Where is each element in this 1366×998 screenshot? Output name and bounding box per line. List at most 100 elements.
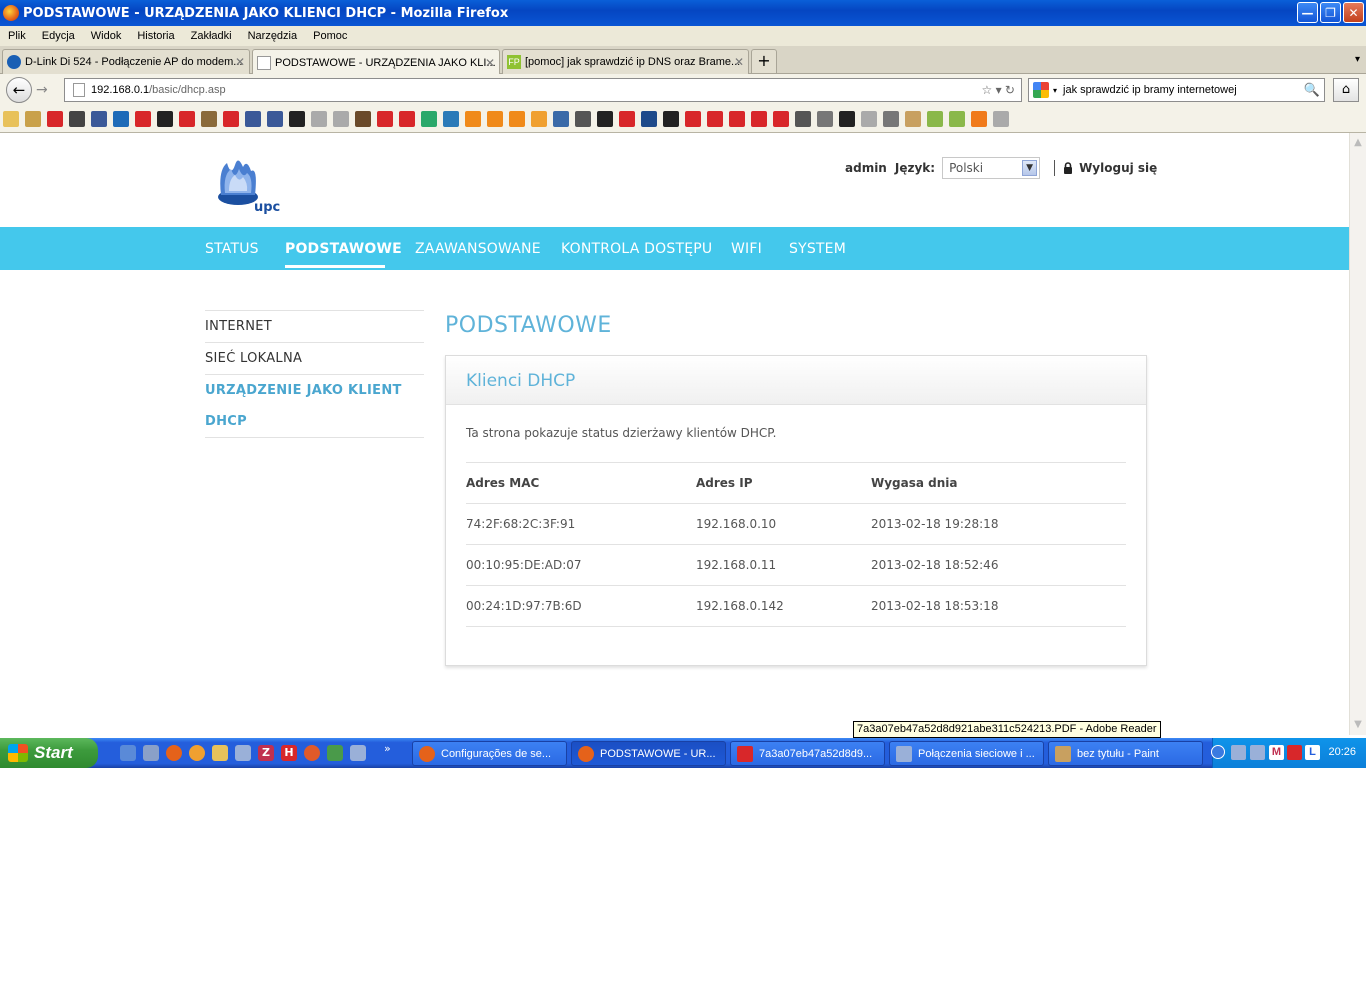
language-select[interactable]: Polski ▼ bbox=[942, 157, 1041, 179]
bookmark-icon[interactable] bbox=[861, 111, 877, 127]
bookmark-icon[interactable] bbox=[201, 111, 217, 127]
quicklaunch-app-icon[interactable] bbox=[235, 745, 251, 761]
quicklaunch-more-icon[interactable]: » bbox=[384, 742, 391, 755]
bookmark-icon[interactable] bbox=[443, 111, 459, 127]
bookmark-icon[interactable] bbox=[135, 111, 151, 127]
quicklaunch-firefox-icon[interactable] bbox=[166, 745, 182, 761]
bookmark-icon[interactable] bbox=[927, 111, 943, 127]
bookmark-icon[interactable] bbox=[597, 111, 613, 127]
bookmark-icon[interactable] bbox=[333, 111, 349, 127]
forward-button[interactable]: → bbox=[36, 82, 48, 98]
bookmark-icon[interactable] bbox=[465, 111, 481, 127]
quicklaunch-h-icon[interactable]: H bbox=[281, 745, 297, 761]
upc-logo[interactable]: upc bbox=[213, 155, 283, 217]
bookmark-icon[interactable] bbox=[91, 111, 107, 127]
bookmark-icon[interactable] bbox=[399, 111, 415, 127]
menu-narzedzia[interactable]: Narzędzia bbox=[240, 30, 306, 42]
start-button[interactable]: Start bbox=[0, 738, 98, 768]
quicklaunch-ie-icon[interactable] bbox=[120, 745, 136, 761]
quicklaunch-winamp-icon[interactable] bbox=[212, 745, 228, 761]
bookmark-icon[interactable] bbox=[25, 111, 41, 127]
bookmark-icon[interactable] bbox=[795, 111, 811, 127]
bookmark-icon[interactable] bbox=[773, 111, 789, 127]
quicklaunch-opera-icon[interactable] bbox=[304, 745, 320, 761]
bookmark-icon[interactable] bbox=[729, 111, 745, 127]
bookmark-icon[interactable] bbox=[311, 111, 327, 127]
bookmark-icon[interactable] bbox=[531, 111, 547, 127]
nav-system[interactable]: SYSTEM bbox=[789, 241, 846, 257]
bookmark-icon[interactable] bbox=[553, 111, 569, 127]
bookmark-icon[interactable] bbox=[355, 111, 371, 127]
search-icon[interactable]: 🔍 bbox=[1304, 82, 1320, 98]
task-configuracoes[interactable]: Configurações de se... bbox=[412, 741, 567, 766]
logout-link[interactable]: Wyloguj się bbox=[1079, 161, 1157, 175]
bookmark-icon[interactable] bbox=[685, 111, 701, 127]
bookmark-icon[interactable] bbox=[619, 111, 635, 127]
bookmark-icon[interactable] bbox=[223, 111, 239, 127]
task-paint[interactable]: bez tytułu - Paint bbox=[1048, 741, 1203, 766]
bookmark-icon[interactable] bbox=[707, 111, 723, 127]
restore-button[interactable]: ❐ bbox=[1320, 2, 1341, 23]
minimize-button[interactable]: — bbox=[1297, 2, 1318, 23]
bookmark-icon[interactable] bbox=[69, 111, 85, 127]
nav-podstawowe[interactable]: PODSTAWOWE bbox=[285, 241, 402, 257]
tab-pomoc[interactable]: FP [pomoc] jak sprawdzić ip DNS oraz Bra… bbox=[502, 49, 749, 74]
bookmark-icon[interactable] bbox=[509, 111, 525, 127]
menu-edycja[interactable]: Edycja bbox=[34, 30, 83, 42]
bookmark-icon[interactable] bbox=[47, 111, 63, 127]
address-bar[interactable]: 192.168.0.1/basic/dhcp.asp ☆ ▾ ↻ bbox=[64, 78, 1022, 102]
bookmark-icon[interactable] bbox=[905, 111, 921, 127]
home-button[interactable]: ⌂ bbox=[1333, 78, 1359, 102]
task-podstawowe[interactable]: PODSTAWOWE - UR... bbox=[571, 741, 726, 766]
bookmark-icon[interactable] bbox=[751, 111, 767, 127]
flash-icon[interactable] bbox=[1287, 745, 1302, 760]
menu-widok[interactable]: Widok bbox=[83, 30, 130, 42]
nav-zaawansowane[interactable]: ZAAWANSOWANE bbox=[415, 241, 541, 257]
bookmark-icon[interactable] bbox=[883, 111, 899, 127]
bookmark-icon[interactable] bbox=[949, 111, 965, 127]
tab-close-icon[interactable]: ✕ bbox=[734, 55, 744, 69]
quicklaunch-acorn-icon[interactable] bbox=[327, 745, 343, 761]
search-engine-dropdown-icon[interactable]: ▾ bbox=[1053, 86, 1057, 95]
nav-kontrola-dostepu[interactable]: KONTROLA DOSTĘPU bbox=[561, 241, 712, 257]
tab-close-icon[interactable]: ✕ bbox=[235, 55, 245, 69]
bookmark-icon[interactable] bbox=[421, 111, 437, 127]
bookmark-icon[interactable] bbox=[641, 111, 657, 127]
tab-dlink[interactable]: D-Link Di 524 - Podłączenie AP do modem.… bbox=[2, 49, 250, 74]
nav-wifi[interactable]: WIFI bbox=[731, 241, 762, 257]
bookmark-icon[interactable] bbox=[839, 111, 855, 127]
bookmark-icon[interactable] bbox=[179, 111, 195, 127]
network-icon[interactable] bbox=[1231, 745, 1246, 760]
menu-plik[interactable]: Plik bbox=[0, 30, 34, 42]
sidebar-item-internet[interactable]: INTERNET bbox=[205, 310, 424, 342]
quicklaunch-sun-icon[interactable] bbox=[189, 745, 205, 761]
tab-close-icon[interactable]: ✕ bbox=[485, 56, 495, 70]
quicklaunch-a-icon[interactable] bbox=[350, 745, 366, 761]
search-input[interactable]: ▾ jak sprawdzić ip bramy internetowej 🔍 bbox=[1028, 78, 1325, 102]
scroll-up-icon[interactable]: ▲ bbox=[1352, 137, 1364, 149]
l-icon[interactable]: L bbox=[1305, 745, 1320, 760]
menu-pomoc[interactable]: Pomoc bbox=[305, 30, 355, 42]
m-icon[interactable]: M bbox=[1269, 745, 1284, 760]
close-button[interactable]: ✕ bbox=[1343, 2, 1364, 23]
task-network-connections[interactable]: Połączenia sieciowe i ... bbox=[889, 741, 1044, 766]
nav-status[interactable]: STATUS bbox=[205, 241, 259, 257]
bookmark-icon[interactable] bbox=[113, 111, 129, 127]
new-tab-button[interactable]: + bbox=[751, 49, 777, 74]
bookmark-icon[interactable] bbox=[3, 111, 19, 127]
tray-expand-icon[interactable] bbox=[1211, 745, 1225, 759]
bookmark-icon[interactable] bbox=[575, 111, 591, 127]
sidebar-item-siec-lokalna[interactable]: SIEĆ LOKALNA bbox=[205, 342, 424, 374]
bookmark-icon[interactable] bbox=[487, 111, 503, 127]
bookmark-icon[interactable] bbox=[663, 111, 679, 127]
tab-list-icon[interactable]: ▾ bbox=[1355, 54, 1360, 65]
tab-podstawowe[interactable]: PODSTAWOWE - URZĄDZENIA JAKO KLI... ✕ bbox=[252, 49, 500, 75]
network-icon[interactable] bbox=[1250, 745, 1265, 760]
bookmark-icon[interactable] bbox=[971, 111, 987, 127]
menu-zakladki[interactable]: Zakładki bbox=[183, 30, 240, 42]
menu-historia[interactable]: Historia bbox=[129, 30, 182, 42]
bookmark-icon[interactable] bbox=[817, 111, 833, 127]
bookmark-star-icon[interactable]: ☆ ▾ ↻ bbox=[981, 83, 1015, 97]
bookmark-icon[interactable] bbox=[377, 111, 393, 127]
scroll-down-icon[interactable]: ▼ bbox=[1352, 719, 1364, 731]
